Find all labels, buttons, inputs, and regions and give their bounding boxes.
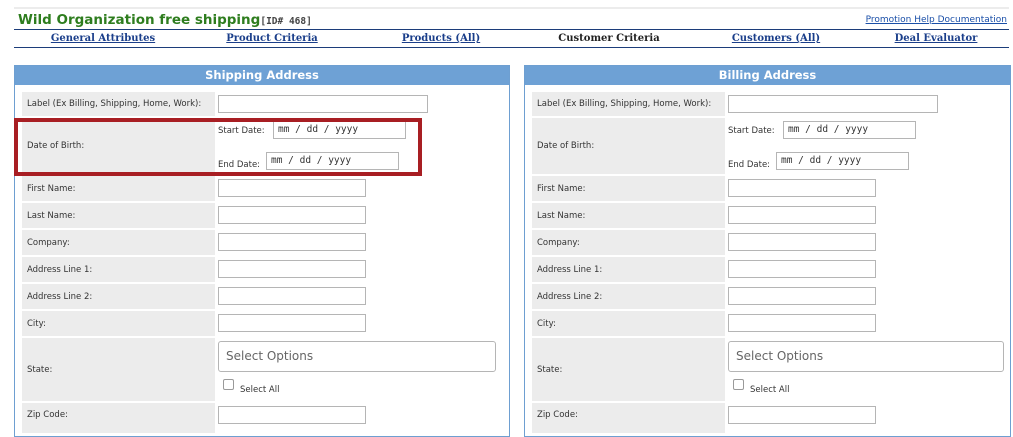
billing-city-label: City: (532, 311, 725, 336)
billing-zip-input[interactable] (728, 406, 876, 424)
shipping-zip-row: Zip Code: (22, 403, 502, 433)
billing-first-name-input[interactable] (728, 179, 876, 197)
billing-company-row: Company: (532, 230, 1003, 255)
shipping-address1-row: Address Line 1: (22, 257, 502, 282)
billing-label-input[interactable] (728, 95, 938, 113)
shipping-state-row: State: Select Options Select All (22, 338, 502, 401)
top-divider (14, 7, 1009, 9)
shipping-last-name-label: Last Name: (22, 203, 215, 228)
promotion-name: Wild Organization free shipping (18, 12, 261, 28)
tab-customers-all[interactable]: Customers (All) (732, 33, 820, 44)
billing-address2-label: Address Line 2: (532, 284, 725, 309)
tab-product-criteria[interactable]: Product Criteria (226, 33, 317, 44)
shipping-first-name-label: First Name: (22, 176, 215, 201)
page-title: Wild Organization free shipping[ID# 468] (18, 12, 312, 28)
shipping-state-select[interactable]: Select Options (218, 341, 496, 372)
shipping-zip-input[interactable] (218, 406, 366, 424)
billing-panel-header: Billing Address (525, 66, 1010, 85)
tab-deal-evaluator[interactable]: Deal Evaluator (895, 33, 978, 44)
promotion-help-link[interactable]: Promotion Help Documentation (866, 15, 1007, 25)
shipping-address2-label: Address Line 2: (22, 284, 215, 309)
billing-state-row: State: Select Options Select All (532, 338, 1004, 401)
billing-zip-row: Zip Code: (532, 403, 1003, 433)
billing-select-all-label: Select All (750, 385, 790, 395)
billing-address-panel: Billing Address Label (Ex Billing, Shipp… (524, 65, 1011, 437)
shipping-city-input[interactable] (218, 314, 366, 332)
billing-end-date-input[interactable]: mm / dd / yyyy (776, 152, 909, 170)
billing-address1-row: Address Line 1: (532, 257, 1003, 282)
billing-dob-row: Date of Birth: Start Date: mm / dd / yyy… (532, 118, 1003, 174)
shipping-last-name-row: Last Name: (22, 203, 502, 228)
shipping-label-input[interactable] (218, 95, 428, 113)
billing-last-name-label: Last Name: (532, 203, 725, 228)
billing-end-date-label: End Date: (728, 160, 771, 170)
shipping-panel-header: Shipping Address (15, 66, 509, 85)
shipping-company-input[interactable] (218, 233, 366, 251)
promotion-id: [ID# 468] (260, 16, 312, 27)
tab-general-attributes[interactable]: General Attributes (51, 33, 155, 44)
billing-zip-label: Zip Code: (532, 403, 725, 433)
billing-address1-label: Address Line 1: (532, 257, 725, 282)
date-of-birth-highlight-box (14, 118, 422, 176)
billing-start-date-label: Start Date: (728, 126, 775, 136)
billing-select-all-checkbox[interactable] (733, 379, 744, 390)
billing-company-input[interactable] (728, 233, 876, 251)
billing-first-name-label: First Name: (532, 176, 725, 201)
shipping-first-name-row: First Name: (22, 176, 502, 201)
billing-last-name-input[interactable] (728, 206, 876, 224)
billing-label-row: Label (Ex Billing, Shipping, Home, Work)… (532, 92, 1003, 116)
shipping-city-row: City: (22, 311, 502, 336)
shipping-address1-label: Address Line 1: (22, 257, 215, 282)
billing-last-name-row: Last Name: (532, 203, 1003, 228)
billing-label-field-label: Label (Ex Billing, Shipping, Home, Work)… (532, 92, 725, 116)
billing-first-name-row: First Name: (532, 176, 1003, 201)
billing-address1-input[interactable] (728, 260, 876, 278)
shipping-address1-input[interactable] (218, 260, 366, 278)
shipping-city-label: City: (22, 311, 215, 336)
shipping-company-row: Company: (22, 230, 502, 255)
shipping-label-row: Label (Ex Billing, Shipping, Home, Work)… (22, 92, 502, 116)
billing-company-label: Company: (532, 230, 725, 255)
tab-bar: General Attributes Product Criteria Prod… (14, 29, 1009, 48)
shipping-last-name-input[interactable] (218, 206, 366, 224)
shipping-address2-input[interactable] (218, 287, 366, 305)
shipping-first-name-input[interactable] (218, 179, 366, 197)
shipping-state-label: State: (22, 338, 215, 401)
billing-state-label: State: (532, 338, 725, 401)
shipping-zip-label: Zip Code: (22, 403, 215, 433)
tab-products-all[interactable]: Products (All) (402, 33, 480, 44)
billing-address2-input[interactable] (728, 287, 876, 305)
shipping-select-all-label: Select All (240, 385, 280, 395)
shipping-select-all-checkbox[interactable] (223, 379, 234, 390)
billing-start-date-input[interactable]: mm / dd / yyyy (783, 121, 916, 139)
billing-dob-label: Date of Birth: (532, 118, 725, 174)
billing-city-row: City: (532, 311, 1003, 336)
billing-state-select[interactable]: Select Options (728, 341, 1004, 372)
tab-customer-criteria[interactable]: Customer Criteria (558, 33, 659, 44)
billing-city-input[interactable] (728, 314, 876, 332)
shipping-company-label: Company: (22, 230, 215, 255)
shipping-address2-row: Address Line 2: (22, 284, 502, 309)
shipping-label-field-label: Label (Ex Billing, Shipping, Home, Work)… (22, 92, 215, 116)
billing-address2-row: Address Line 2: (532, 284, 1003, 309)
